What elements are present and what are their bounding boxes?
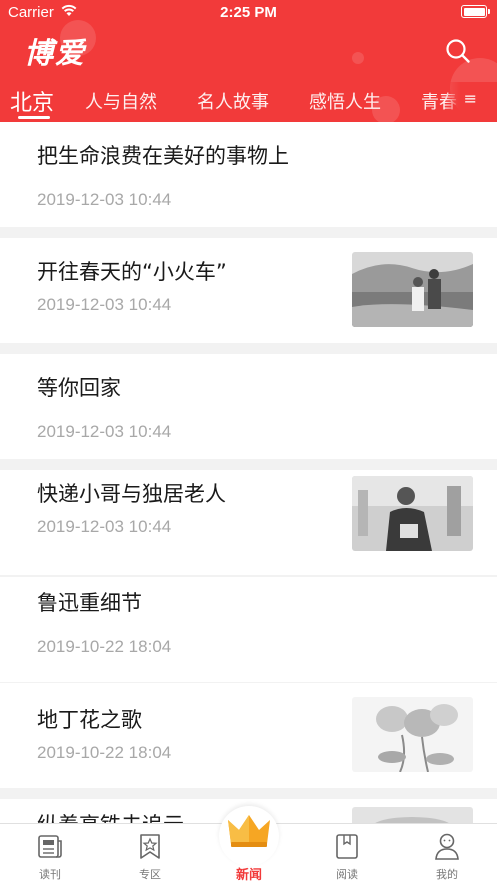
tabbar-item-special[interactable]: 专区 — [110, 824, 190, 883]
article-title: 开往春天的“小火车” — [37, 260, 227, 284]
tabs-menu-icon[interactable]: ≡ — [445, 82, 497, 120]
active-tab-indicator — [18, 116, 50, 119]
app-logo: 博爱 — [24, 36, 87, 70]
article-date: 2019-12-03 10:44 — [37, 190, 172, 209]
bottom-tab-bar: 读刊 专区 新闻 阅读 我的 — [0, 806, 497, 883]
tabbar-label-news: 新闻 — [235, 868, 262, 883]
tabbar-label: 我的 — [436, 868, 458, 881]
tabbar-item-news[interactable] — [219, 806, 279, 866]
category-tabs: 北京 人与自然 名人故事 感悟人生 青春 ≡ — [0, 82, 497, 122]
article-title: 地丁花之歌 — [37, 708, 142, 732]
article-title: 鲁迅重细节 — [37, 591, 142, 615]
tabbar-item-journal[interactable]: 读刊 — [10, 824, 90, 883]
search-icon[interactable] — [445, 38, 471, 64]
list-item[interactable]: 鲁迅重细节 2019-10-22 18:04 — [0, 577, 497, 682]
list-item[interactable]: 开往春天的“小火车” 2019-12-03 10:44 — [0, 238, 497, 343]
article-date: 2019-12-03 10:44 — [37, 517, 172, 536]
article-date: 2019-10-22 18:04 — [37, 637, 172, 656]
list-item[interactable]: 把生命浪费在美好的事物上 2019-12-03 10:44 — [0, 122, 497, 227]
app-header: Carrier 2:25 PM 博爱 北京 人与自然 名人故事 感悟人生 青春 … — [0, 0, 497, 122]
newspaper-icon — [38, 835, 62, 858]
article-title: 把生命浪费在美好的事物上 — [37, 144, 289, 168]
article-thumbnail — [352, 252, 473, 327]
tabbar-label: 阅读 — [336, 868, 358, 881]
crown-icon — [228, 815, 270, 847]
article-thumbnail — [352, 476, 473, 551]
tab-life-insights[interactable]: 感悟人生 — [309, 88, 381, 114]
tab-beijing[interactable]: 北京 — [10, 85, 54, 117]
article-date: 2019-10-22 18:04 — [37, 743, 172, 762]
list-item[interactable]: 等你回家 2019-12-03 10:44 — [0, 354, 497, 459]
star-bookmark-icon — [140, 834, 160, 859]
list-item[interactable]: 地丁花之歌 2019-10-22 18:04 — [0, 683, 497, 788]
article-title: 快递小哥与独居老人 — [37, 482, 226, 506]
tabbar-item-profile[interactable]: 我的 — [407, 824, 487, 883]
tabbar-label: 读刊 — [39, 868, 61, 881]
decor-bubble — [352, 52, 364, 64]
clock: 2:25 PM — [220, 4, 277, 21]
tab-nature[interactable]: 人与自然 — [85, 88, 157, 114]
article-title: 等你回家 — [37, 376, 121, 400]
article-date: 2019-12-03 10:44 — [37, 295, 172, 314]
person-icon — [435, 833, 459, 860]
tabbar-label: 专区 — [139, 868, 161, 881]
article-thumbnail — [352, 697, 473, 772]
battery-icon — [461, 5, 490, 18]
tabbar-item-reading[interactable]: 阅读 — [307, 824, 387, 883]
book-icon — [336, 834, 358, 859]
tab-celebrity-stories[interactable]: 名人故事 — [197, 88, 269, 114]
article-date: 2019-12-03 10:44 — [37, 422, 172, 441]
status-bar: Carrier 2:25 PM — [0, 0, 497, 26]
list-item[interactable]: 快递小哥与独居老人 2019-12-03 10:44 — [0, 470, 497, 575]
